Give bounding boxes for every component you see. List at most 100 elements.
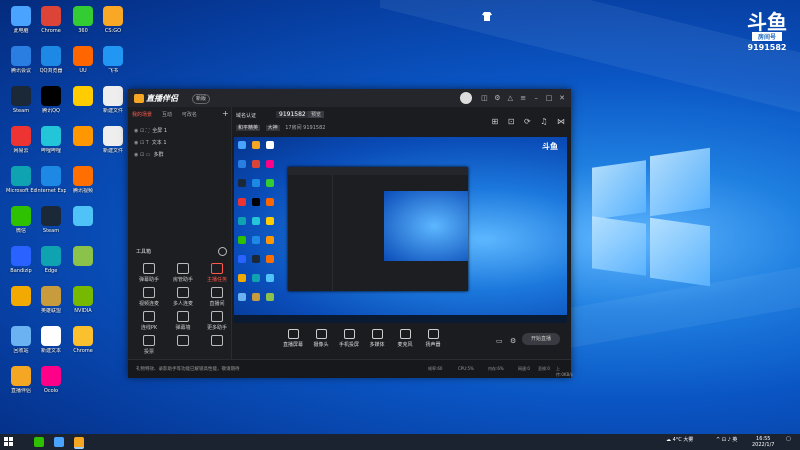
tool-button[interactable]: 弹幕助手 [134,263,164,283]
scene-item[interactable]: ◉ ⊡ ⛶ 全屏 1 [134,127,214,136]
control-button[interactable]: 直播屏幕 [280,329,306,348]
tab-my-scenes[interactable]: 我的场景 [132,112,152,118]
control-button[interactable]: 摄像头 [308,329,334,348]
tab-interact[interactable]: 互动 [162,112,172,118]
desktop-icon[interactable]: NVIDIA [68,286,98,324]
tool-button[interactable] [202,335,232,348]
share-icon[interactable]: ⋈ [557,117,565,126]
lock-icon[interactable]: ⊡ [508,117,515,126]
desktop-icon[interactable]: 飞书 [98,46,128,84]
desktop-icon[interactable] [68,86,98,124]
settings-icon[interactable]: ⚙ [492,93,502,103]
tool-button[interactable]: 投票 [134,335,164,355]
desktop-icon[interactable]: CS:GO [98,6,128,44]
menu-icon[interactable]: ≡ [518,93,528,103]
avatar[interactable] [460,92,472,104]
level-tag[interactable]: 大神 [265,125,280,131]
desktop-icon[interactable] [68,126,98,164]
desktop-icon[interactable]: UU [68,46,98,84]
desktop-icon-label: NVIDIA [74,308,92,314]
control-button[interactable]: 多媒体 [364,329,390,348]
desktop-icon[interactable]: 新建文件 [98,86,128,124]
preview-button[interactable]: 预览 [308,111,325,118]
desktop-icon[interactable]: 新建文件 [98,126,128,164]
app-icon [11,6,31,26]
preview-desktop-icon [266,198,274,206]
stream-preview[interactable]: 斗鱼 [234,137,567,323]
desktop-icon[interactable]: Steam [36,206,66,244]
preview-desktop-icon [238,236,246,244]
desktop-icon[interactable] [68,246,98,284]
category-tag[interactable]: 和平精英 [236,125,261,131]
desktop-icon[interactable]: Internet Explorer [36,166,66,204]
desktop-icon[interactable]: 英雄联盟 [36,286,66,324]
desktop-icon[interactable]: Edge [36,246,66,284]
desktop-icon[interactable]: 哔哩哔哩 [36,126,66,164]
explorer-taskbar-icon[interactable] [54,437,64,447]
preview-desktop-icon [252,179,260,187]
start-live-button[interactable]: 开始直播 [522,333,560,345]
desktop-icon[interactable] [6,286,36,324]
tool-button[interactable]: 直播间 [202,287,232,307]
maximize-icon[interactable]: □ [544,93,554,103]
start-icon[interactable] [4,437,14,447]
shirt-icon[interactable]: ◫ [479,93,489,103]
desktop-icon[interactable]: 此电脑 [6,6,36,44]
camera-icon[interactable]: ▭ [496,337,503,345]
desktop-icon[interactable]: 微信 [6,206,36,244]
desktop-icon[interactable]: Chrome [36,6,66,44]
desktop-icon[interactable]: 腾讯会议 [6,46,36,84]
scene-item[interactable]: ◉ ⊡ ▭ 多群 [134,151,214,160]
live-companion-window[interactable]: 直播伴侣 新版 ◫ ⚙ △ ≡ – □ ✕ 我的场景 互动 可改名 + ◉ ⊡ … [128,89,573,378]
desktop-icon[interactable]: QQ浏览器 [36,46,66,84]
add-scene-icon[interactable]: + [222,109,229,118]
desktop-icon[interactable]: Microsoft Edge [6,166,36,204]
desktop-icon[interactable] [68,206,98,244]
desktop-icon[interactable]: 回收站 [6,326,36,364]
clock-icon[interactable] [218,247,227,256]
control-button[interactable]: 扬声器 [420,329,446,348]
desktop-icon[interactable]: Steam [6,86,36,124]
weather[interactable]: ☁ 4°C 大雾 [666,436,693,443]
desktop-icon[interactable]: 直播伴侣 [6,366,36,404]
desktop-icon[interactable]: 腾讯QQ [36,86,66,124]
desktop-icon[interactable]: 网易云 [6,126,36,164]
wechat-taskbar-icon[interactable] [34,437,44,447]
scene-item[interactable]: ◉ ⊡ T 文本 1 [134,139,214,148]
preview-desktop-icon [266,236,274,244]
desktop-icon[interactable]: 腾讯视频 [68,166,98,204]
bell-icon[interactable]: ♫ [540,117,547,126]
minimize-icon[interactable]: – [531,93,541,103]
tool-button[interactable] [168,335,198,348]
tray-icons[interactable]: ^ ⊡ ♪ 英 [716,436,737,443]
settings-icon[interactable]: ⚙ [510,337,516,345]
tool-button[interactable]: 连线PK [134,311,164,331]
record-icon[interactable]: ⊞ [492,117,499,126]
tool-button[interactable]: 多人连麦 [168,287,198,307]
control-label: 扬声器 [425,342,441,348]
clock[interactable]: 16:55 2022/1/7 [752,436,774,448]
live-companion-taskbar-icon[interactable] [74,437,84,449]
tab-rename[interactable]: 可改名 [182,112,197,118]
tool-button[interactable]: 弹幕墙 [168,311,198,331]
desktop-icon[interactable]: Ocolo [36,366,66,404]
control-label: 麦克风 [397,342,413,348]
desktop-icon[interactable]: 360 [68,6,98,44]
close-icon[interactable]: ✕ [557,93,567,103]
version-pill[interactable]: 新版 [192,94,211,104]
tool-button[interactable]: 主播任务 [202,263,232,283]
notification-icon[interactable]: ▢ [786,436,791,442]
refresh-icon[interactable]: ⟳ [524,117,531,126]
tool-button[interactable]: 房管助手 [168,263,198,283]
desktop-icon[interactable]: Bandizip [6,246,36,284]
desktop-icon[interactable]: 新建文本 [36,326,66,364]
tool-button[interactable]: 视频连麦 [134,287,164,307]
control-button[interactable]: 麦克风 [392,329,418,348]
app-icon [73,206,93,226]
tool-button[interactable]: 更多助手 [202,311,232,331]
warning-icon[interactable]: △ [505,93,515,103]
app-icon [11,86,31,106]
desktop-icon[interactable]: Chrome [68,326,98,364]
title-bar[interactable]: 直播伴侣 新版 ◫ ⚙ △ ≡ – □ ✕ [128,89,571,107]
control-button[interactable]: 手机投屏 [336,329,362,348]
